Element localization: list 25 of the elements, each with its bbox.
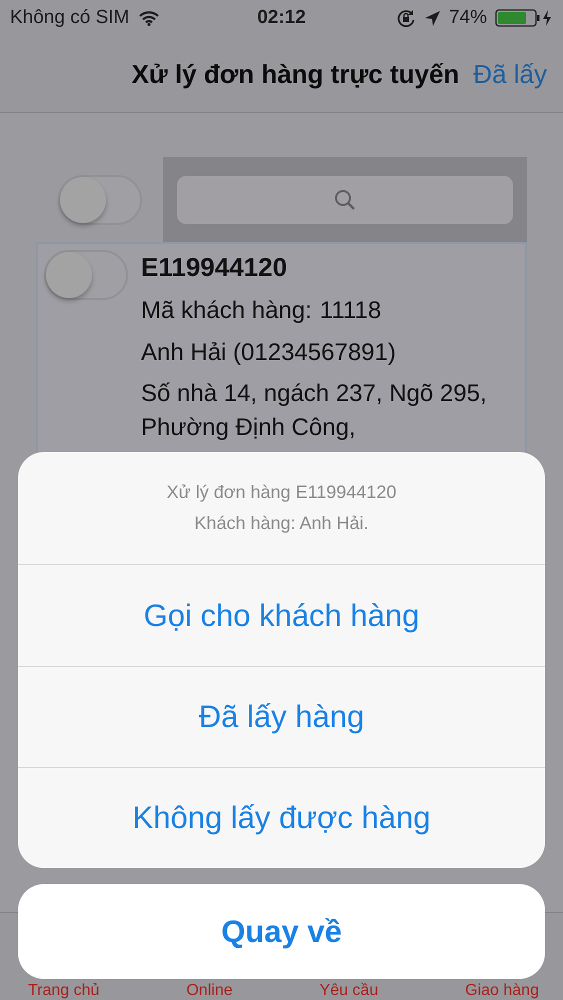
customer-id-label: Mã khách hàng: (141, 297, 312, 325)
action-button[interactable]: Không lấy được hàng (18, 767, 545, 868)
screen-title: Xử lý đơn hàng trực tuyến (132, 58, 460, 90)
customer-contact: Anh Hải (01234567891) (141, 339, 397, 367)
back-button[interactable]: Quay về (18, 884, 545, 979)
order-code: E119944120 (141, 252, 288, 283)
rotation-lock-icon (396, 8, 416, 28)
location-arrow-icon (424, 10, 441, 26)
search-icon (333, 188, 357, 212)
toggle-switch[interactable] (44, 250, 128, 300)
search-field[interactable] (177, 176, 513, 224)
customer-address: Số nhà 14, ngách 237, Ngõ 295, Phường Định Công, (141, 379, 488, 443)
carrier-label: Không có SIM (10, 7, 130, 29)
sheet-message: Khách hàng: Anh Hải. (194, 513, 369, 534)
tab-label[interactable]: Yêu cầu (320, 982, 378, 1000)
tab-label[interactable]: Trang chủ (28, 982, 100, 1000)
tab-label[interactable]: Online (186, 982, 233, 1000)
customer-id: 11118 (320, 297, 382, 325)
clock-time: 02:12 (257, 7, 306, 29)
picked-up-button[interactable]: Đã lấy (473, 58, 547, 90)
battery-percent: 74% (448, 7, 488, 29)
tab-label[interactable]: Giao hàng (465, 982, 539, 1000)
toggle-switch[interactable] (58, 174, 142, 224)
battery-charging-icon (495, 9, 554, 27)
wifi-icon (139, 10, 160, 26)
